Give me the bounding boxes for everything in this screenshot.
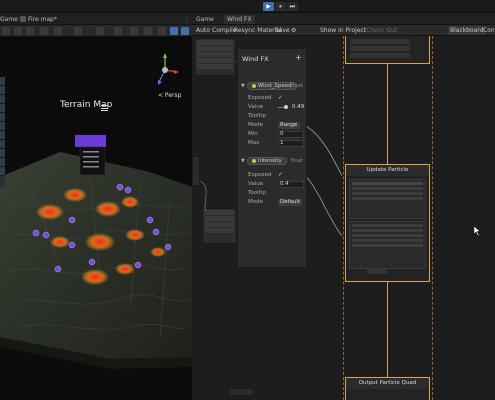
update-particle-context[interactable]: Update Particle [345,164,430,282]
effects-toggle-icon[interactable] [170,27,178,35]
float-type-icon [251,84,256,88]
2d-toggle-icon[interactable] [144,27,152,35]
check-out-button[interactable]: Check Out [364,26,399,35]
add-property-button[interactable]: + [295,54,302,62]
rect-tool-icon[interactable] [54,27,62,35]
draw-mode-icon[interactable] [130,27,138,35]
tab-game[interactable]: Game [196,15,214,24]
mode-dropdown[interactable]: Range [278,122,300,129]
property-name: Intensity [257,158,282,164]
pause-button[interactable]: ⏸ [275,2,286,11]
tooltip-row: Tooltip [248,113,306,121]
property-header-intensity[interactable]: ▼ Intensity [241,156,287,166]
mode-label: Mode [248,199,263,205]
exposed-checkbox[interactable]: ✓ [278,172,283,178]
gizmos-toggle-icon[interactable] [181,27,189,35]
scene-toolbar [0,25,192,37]
output-particle-quad-context[interactable]: Output Particle Quad [345,377,430,400]
mode-label: Mode [248,122,263,128]
exposed-row: Exposed ✓ [248,95,306,103]
property-type: float [290,158,303,164]
vfx-graph-toolbar: Auto Compile Resync Material Save ⚙ Show… [192,25,495,36]
perspective-label[interactable]: < Persp [158,92,181,99]
bottom-node[interactable] [228,388,254,396]
value-field[interactable]: 0.49 [292,104,304,110]
pivot-toggle-icon[interactable] [74,27,82,35]
tooltip-row: Tooltip [248,190,306,198]
expand-arrow-icon[interactable]: ▼ [241,158,245,164]
hand-tool-icon[interactable] [2,27,10,35]
property-header-wind-speed[interactable]: ▼ Wind_Speed [241,81,297,91]
play-button[interactable]: ▶ [263,2,274,11]
mouse-cursor-icon [474,226,481,236]
float-type-icon [251,159,256,163]
show-in-project-button[interactable]: Show in Project [318,26,368,35]
scene-tab-icon [20,16,26,22]
scene-tab-bar: Game Fire map* ⋮ [0,13,192,25]
exposed-label: Exposed [248,172,272,178]
exposed-row: Exposed ✓ [248,172,306,180]
tab-more-icon[interactable]: ⋮ [184,15,190,24]
hamburger-menu-icon[interactable] [101,105,108,111]
overlay-tool-strip[interactable] [0,77,5,187]
controls-toggle[interactable]: Cont [481,26,495,35]
tooltip-label: Tooltip [248,113,266,119]
blackboard-title: Wind FX [242,55,269,63]
property-pill[interactable]: Intensity [246,157,287,165]
value-slider-knob[interactable] [284,105,288,109]
max-row: Max 1 [248,140,306,148]
mode-dropdown[interactable]: Default [278,199,302,206]
exposed-label: Exposed [248,95,272,101]
mode-row: Mode Range [248,122,306,130]
property-name: Wind_Speed [257,83,292,89]
play-controls: ▶ ⏸ ⏭ [263,2,298,11]
play-toolbar: ▶ ⏸ ⏭ [0,0,495,13]
update-particle-title: Update Particle [346,165,429,176]
graph-tab-bar: Game Wind FX [192,13,495,25]
blackboard-panel[interactable]: Wind FX + ▼ Wind_Speed float Exposed ✓ V… [237,48,307,268]
expand-arrow-icon[interactable]: ▼ [241,83,245,89]
orientation-gizmo-icon[interactable] [150,52,180,88]
lighting-toggle-icon[interactable] [158,27,166,35]
property-pill[interactable]: Wind_Speed [246,82,297,90]
value-field[interactable]: 0.4 [278,181,304,188]
tab-fire-map[interactable]: Fire map* [28,15,57,24]
tab-game-left[interactable]: Game [0,15,18,24]
update-block[interactable] [349,179,426,219]
tab-wind-fx[interactable]: Wind FX [224,15,255,24]
move-tool-icon[interactable] [14,27,22,35]
mode-row: Mode Default [248,199,306,207]
gear-icon[interactable]: ⚙ [289,26,298,35]
step-button[interactable]: ⏭ [287,2,298,11]
min-row: Min 0 [248,131,306,139]
tooltip-label: Tooltip [248,190,266,196]
min-label: Min [248,131,258,137]
value-row: Value 0.49 [248,104,306,112]
global-toggle-icon[interactable] [96,27,104,35]
output-context-title: Output Particle Quad [346,378,429,389]
max-label: Max [248,140,260,146]
value-label: Value [248,104,264,110]
min-field[interactable]: 0 [278,131,304,138]
rotate-tool-icon[interactable] [26,27,34,35]
grid-snap-icon[interactable] [114,27,122,35]
max-field[interactable]: 1 [278,140,304,147]
blackboard-toggle[interactable]: Blackboard [448,26,486,35]
scale-tool-icon[interactable] [40,27,48,35]
context-footer-label [367,269,387,274]
initialize-context[interactable] [345,36,430,64]
scene-viewport[interactable]: Terrain Map < Persp [0,37,192,400]
value-label: Value [248,181,264,187]
exposed-checkbox[interactable]: ✓ [278,95,283,101]
value-row: Value 0.4 [248,181,306,189]
turbulence-block[interactable] [349,221,426,269]
property-type: float [290,83,303,89]
